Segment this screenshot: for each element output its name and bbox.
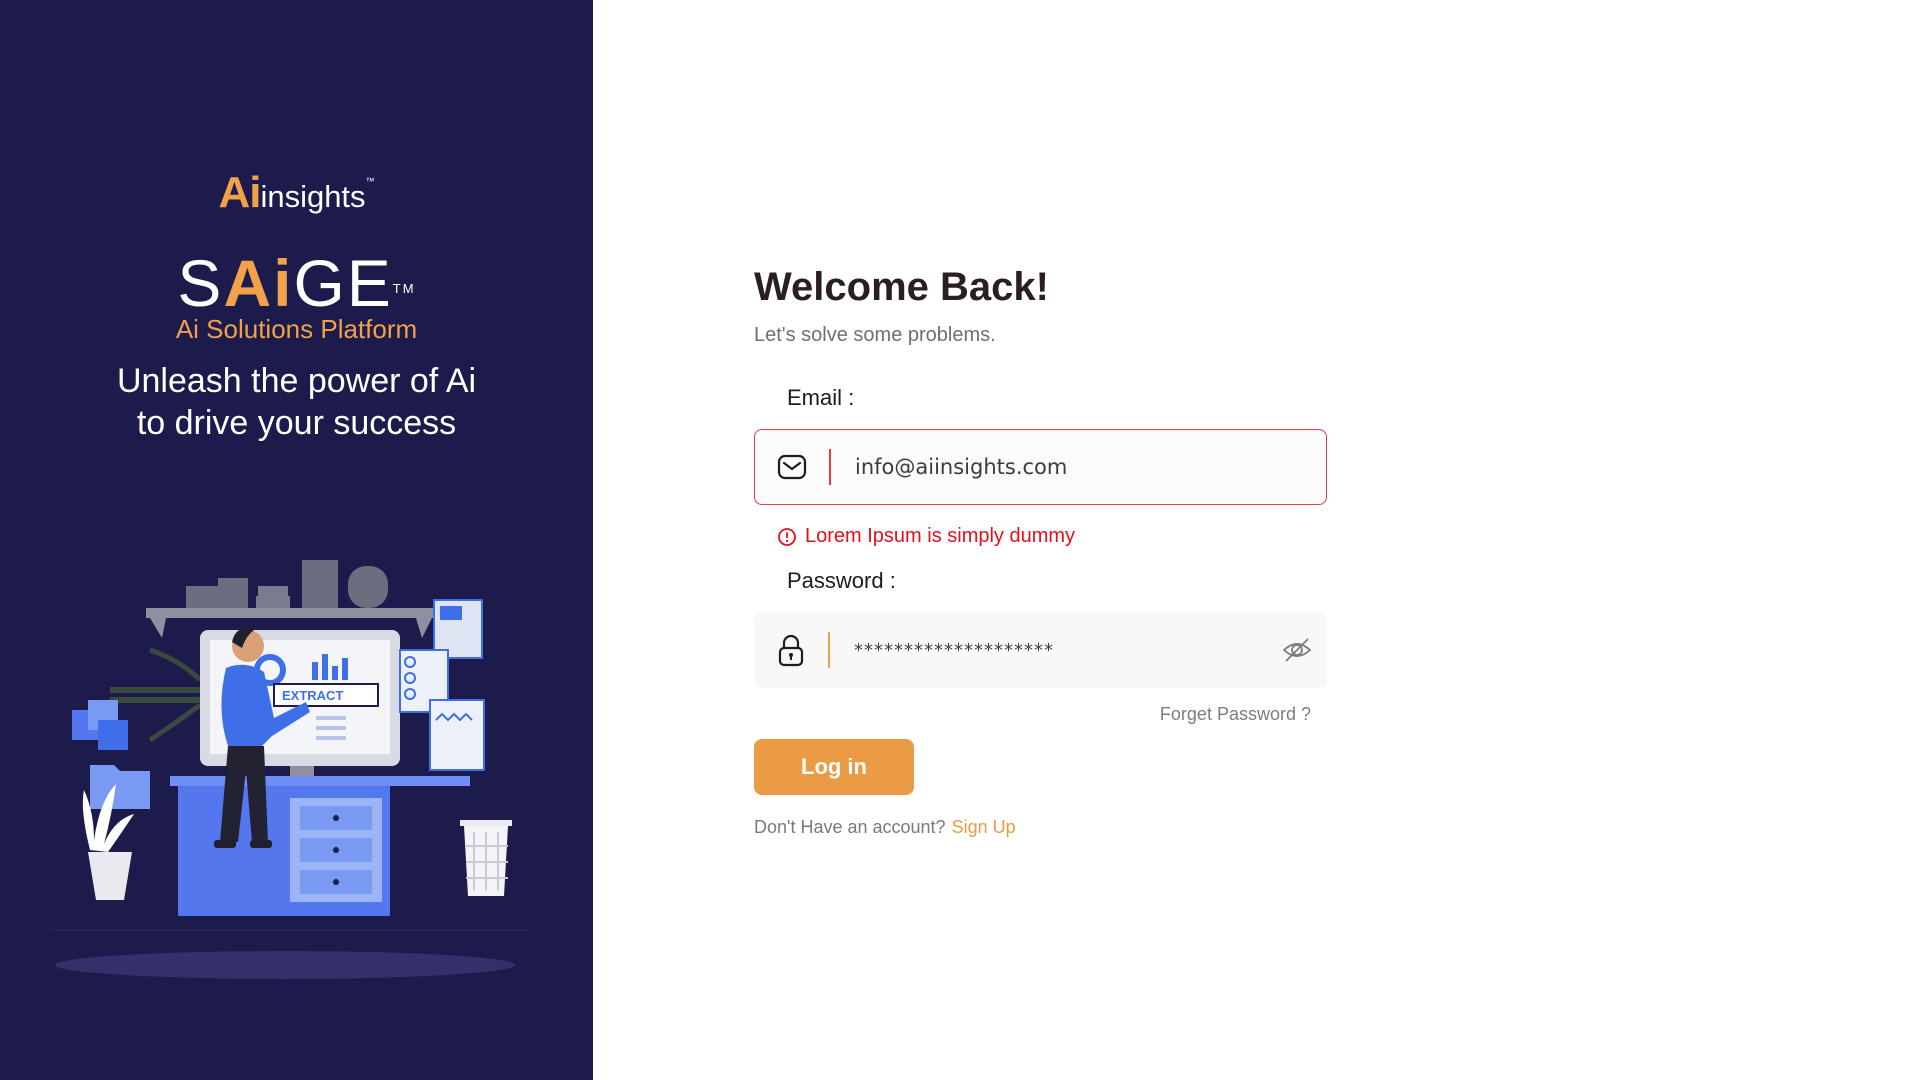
lock-icon xyxy=(754,612,828,688)
aiinsights-logo: Aiinsights™ xyxy=(0,168,593,218)
page-subtitle: Let's solve some problems. xyxy=(754,324,996,346)
logo-ai-text: Ai xyxy=(218,168,261,217)
tagline-line-1: Unleash the power of Ai xyxy=(116,362,477,400)
logo-insights-text: insights xyxy=(260,179,366,214)
no-account-text: Don't Have an account? xyxy=(754,817,946,837)
signup-row: Don't Have an account? Sign Up xyxy=(754,817,1327,838)
email-field[interactable] xyxy=(754,429,1327,505)
logo-trademark: ™ xyxy=(365,176,375,186)
tagline-line-2: to drive your success xyxy=(136,404,457,442)
login-page: Aiinsights™ SAiGETM Ai Solutions Platfor… xyxy=(0,0,1921,1080)
product-name-ge: GE xyxy=(293,246,393,320)
signup-link[interactable]: Sign Up xyxy=(952,817,1016,837)
product-trademark: TM xyxy=(392,281,416,296)
email-error-text: Lorem Ipsum is simply dummy xyxy=(805,525,1076,547)
email-label: Email : xyxy=(787,385,855,410)
email-input[interactable] xyxy=(831,430,1326,504)
tagline: Unleash the power of Ai to drive your su… xyxy=(0,360,593,444)
workspace-illustration: EXTRACT xyxy=(50,560,530,979)
saige-logo: SAiGETM Ai Solutions Platform xyxy=(0,250,593,345)
email-error: Lorem Ipsum is simply dummy xyxy=(754,525,1327,548)
login-button[interactable]: Log in xyxy=(754,739,914,795)
forgot-password-link[interactable]: Forget Password ? xyxy=(754,704,1327,725)
password-field[interactable] xyxy=(754,612,1327,688)
brand-panel: Aiinsights™ SAiGETM Ai Solutions Platfor… xyxy=(0,0,593,1080)
product-name-ai: Ai xyxy=(223,246,294,320)
alert-circle-icon xyxy=(778,527,796,546)
login-form: Welcome Back! Let's solve some problems.… xyxy=(754,262,1327,838)
eye-off-icon[interactable] xyxy=(1267,612,1327,688)
mail-icon xyxy=(755,430,829,504)
product-name-s: S xyxy=(177,246,224,320)
screen-label: EXTRACT xyxy=(282,688,343,703)
password-input[interactable] xyxy=(830,612,1267,688)
page-title: Welcome Back! xyxy=(754,265,1049,309)
product-name: SAiGETM xyxy=(0,250,593,316)
product-subtitle: Ai Solutions Platform xyxy=(175,314,418,344)
password-label: Password : xyxy=(787,568,896,593)
